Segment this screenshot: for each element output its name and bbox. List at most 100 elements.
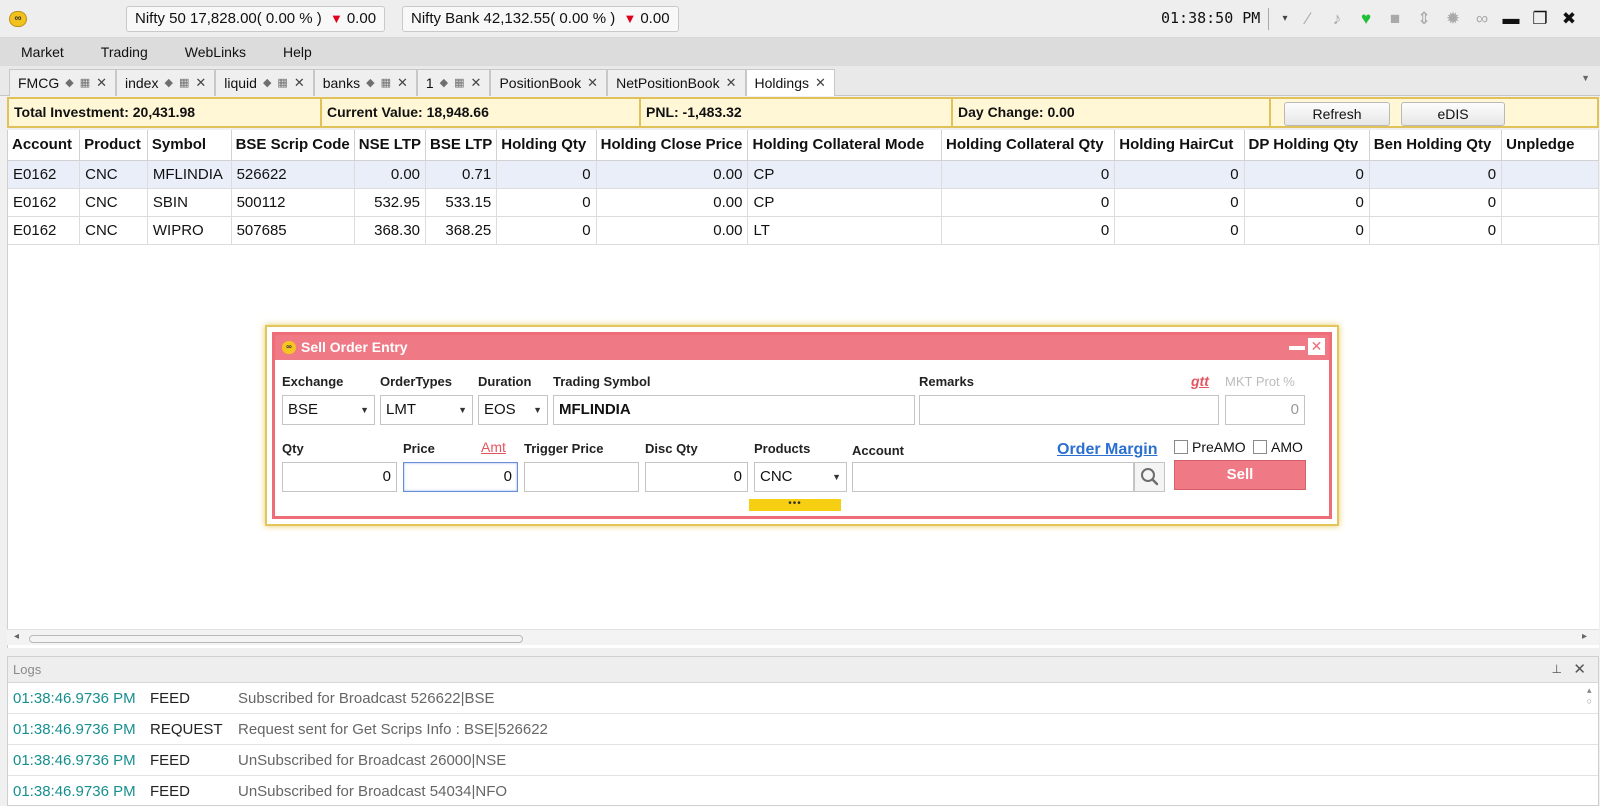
table-row[interactable]: E0162 CNC WIPRO 507685 368.30 368.25 0 0…: [8, 216, 1599, 245]
column-header[interactable]: Symbol: [147, 130, 232, 161]
sort-icon[interactable]: ⇕: [1413, 7, 1435, 31]
grid-icon[interactable]: ▦: [179, 70, 189, 96]
trading-symbol-input[interactable]: MFLINDIA: [553, 395, 915, 425]
remarks-input[interactable]: [919, 395, 1219, 425]
scroll-left-icon[interactable]: ◂: [14, 631, 19, 642]
scroll-right-icon[interactable]: ▸: [1582, 631, 1587, 642]
column-header[interactable]: DP Holding Qty: [1244, 130, 1370, 161]
sort-icon[interactable]: ◆: [65, 70, 73, 96]
separator: [1268, 8, 1269, 30]
close-icon[interactable]: ✕: [1308, 338, 1325, 355]
close-icon[interactable]: ✕: [397, 70, 408, 96]
amt-link[interactable]: Amt: [481, 439, 506, 455]
grid-icon[interactable]: ▦: [80, 70, 90, 96]
tab-banks[interactable]: banks ◆ ▦ ✕: [313, 69, 417, 96]
menu-trading[interactable]: Trading: [85, 38, 164, 66]
tab-holdings[interactable]: Holdings ✕: [745, 69, 835, 96]
pin-icon[interactable]: ⊥: [1552, 662, 1562, 676]
close-icon[interactable]: ✕: [96, 70, 107, 96]
tab-overflow-icon[interactable]: ▼: [1581, 73, 1590, 83]
close-icon[interactable]: ✕: [726, 70, 737, 96]
scrollbar-thumb[interactable]: [29, 635, 523, 643]
column-header[interactable]: BSE Scrip Code: [231, 130, 355, 161]
tab-liquid[interactable]: liquid ◆ ▦ ✕: [215, 69, 314, 96]
grid-icon[interactable]: ▦: [454, 70, 464, 96]
minimize-icon[interactable]: [1289, 346, 1305, 350]
order-type-select[interactable]: LMT ▼: [380, 395, 473, 425]
summary-actions: Refresh eDIS: [1271, 99, 1597, 126]
order-margin-link[interactable]: Order Margin: [1057, 441, 1157, 459]
column-header[interactable]: Holding Qty: [496, 130, 597, 161]
title-toolbar: ▾ ⁄ ♪ ♥ ■ ⇕ ✹ ∞ ▬ ❐ ✖: [1268, 6, 1580, 32]
edis-button[interactable]: eDIS: [1401, 102, 1505, 126]
grid-icon[interactable]: ▦: [277, 70, 287, 96]
product-select[interactable]: CNC ▼: [754, 462, 847, 492]
preamo-checkbox[interactable]: PreAMO: [1174, 439, 1246, 455]
column-header[interactable]: Ben Holding Qty: [1369, 130, 1503, 161]
price-input[interactable]: 0: [403, 462, 518, 492]
close-icon[interactable]: ✖: [1558, 7, 1580, 31]
qty-input[interactable]: 0: [282, 462, 397, 492]
menu-market[interactable]: Market: [5, 38, 80, 66]
ticker-niftybank[interactable]: Nifty Bank 42,132.55( 0.00 % ) ▼ 0.00: [402, 6, 679, 32]
dropdown-arrow-icon[interactable]: ▾: [1280, 7, 1290, 31]
sort-icon[interactable]: ◆: [164, 70, 172, 96]
dialog-header[interactable]: ∞ Sell Order Entry ✕: [275, 335, 1329, 360]
trigger-price-input[interactable]: [524, 462, 639, 492]
tab-1[interactable]: 1 ◆ ▦ ✕: [416, 69, 491, 96]
close-icon[interactable]: ✕: [471, 70, 482, 96]
more-options-toggle[interactable]: •••: [749, 499, 841, 511]
checkbox-box[interactable]: [1174, 440, 1188, 454]
table-row[interactable]: E0162 CNC SBIN 500112 532.95 533.15 0 0.…: [8, 188, 1599, 217]
gear-icon[interactable]: ✹: [1442, 7, 1464, 31]
close-icon[interactable]: ✕: [294, 70, 305, 96]
sort-icon[interactable]: ◆: [366, 70, 374, 96]
column-header[interactable]: Unpledge: [1501, 130, 1599, 161]
column-header[interactable]: Account: [8, 130, 81, 161]
column-header[interactable]: Holding HairCut: [1114, 130, 1245, 161]
tab-netpositionbook[interactable]: NetPositionBook ✕: [607, 69, 746, 96]
sort-icon[interactable]: ◆: [440, 70, 448, 96]
magic-wand-icon[interactable]: ⁄: [1297, 7, 1319, 31]
column-header[interactable]: Product: [79, 130, 148, 161]
account-search-button[interactable]: [1134, 462, 1165, 492]
checkbox-box[interactable]: [1253, 440, 1267, 454]
heartbeat-icon[interactable]: ♥: [1355, 7, 1377, 31]
gtt-link[interactable]: gtt: [1191, 373, 1209, 389]
table-row[interactable]: E0162 CNC MFLINDIA 526622 0.00 0.71 0 0.…: [8, 160, 1599, 189]
close-icon[interactable]: ✕: [1573, 660, 1586, 678]
ticker-nifty50[interactable]: Nifty 50 17,828.00( 0.00 % ) ▼ 0.00: [126, 6, 386, 32]
minimize-icon[interactable]: ▬: [1500, 7, 1522, 31]
cell-account: E0162: [8, 188, 81, 217]
sort-icon[interactable]: ◆: [263, 70, 271, 96]
restore-icon[interactable]: ❐: [1529, 7, 1551, 31]
tab-fmcg[interactable]: FMCG ◆ ▦ ✕: [9, 69, 116, 96]
tab-positionbook[interactable]: PositionBook ✕: [490, 69, 608, 96]
close-icon[interactable]: ✕: [815, 70, 826, 96]
account-input[interactable]: [852, 462, 1134, 492]
bell-icon[interactable]: ♪: [1326, 7, 1348, 31]
tab-index[interactable]: index ◆ ▦ ✕: [116, 69, 216, 96]
menu-help[interactable]: Help: [267, 38, 328, 66]
column-header[interactable]: Holding Collateral Mode: [747, 130, 943, 161]
column-header[interactable]: Holding Close Price: [596, 130, 749, 161]
close-icon[interactable]: ✕: [587, 70, 598, 96]
exchange-select[interactable]: BSE ▼: [282, 395, 375, 425]
sell-button[interactable]: Sell: [1174, 460, 1306, 490]
duration-select[interactable]: EOS ▼: [478, 395, 548, 425]
lock-icon[interactable]: ■: [1384, 7, 1406, 31]
column-header[interactable]: Holding Collateral Qty: [941, 130, 1116, 161]
link-icon[interactable]: ∞: [1471, 7, 1493, 31]
column-header[interactable]: BSE LTP: [425, 130, 498, 161]
logs-scrollbar[interactable]: ▴ ○: [1587, 685, 1592, 707]
close-icon[interactable]: ✕: [195, 70, 206, 96]
cell-bse-ltp: 0.71: [425, 160, 498, 189]
refresh-button[interactable]: Refresh: [1284, 102, 1390, 126]
horizontal-scrollbar[interactable]: ◂ ▸: [7, 629, 1599, 645]
column-header[interactable]: NSE LTP: [354, 130, 427, 161]
amo-checkbox[interactable]: AMO: [1253, 439, 1303, 455]
mkt-prot-input[interactable]: 0: [1225, 395, 1305, 425]
menu-weblinks[interactable]: WebLinks: [169, 38, 262, 66]
grid-icon[interactable]: ▦: [381, 70, 391, 96]
disc-qty-input[interactable]: 0: [645, 462, 748, 492]
